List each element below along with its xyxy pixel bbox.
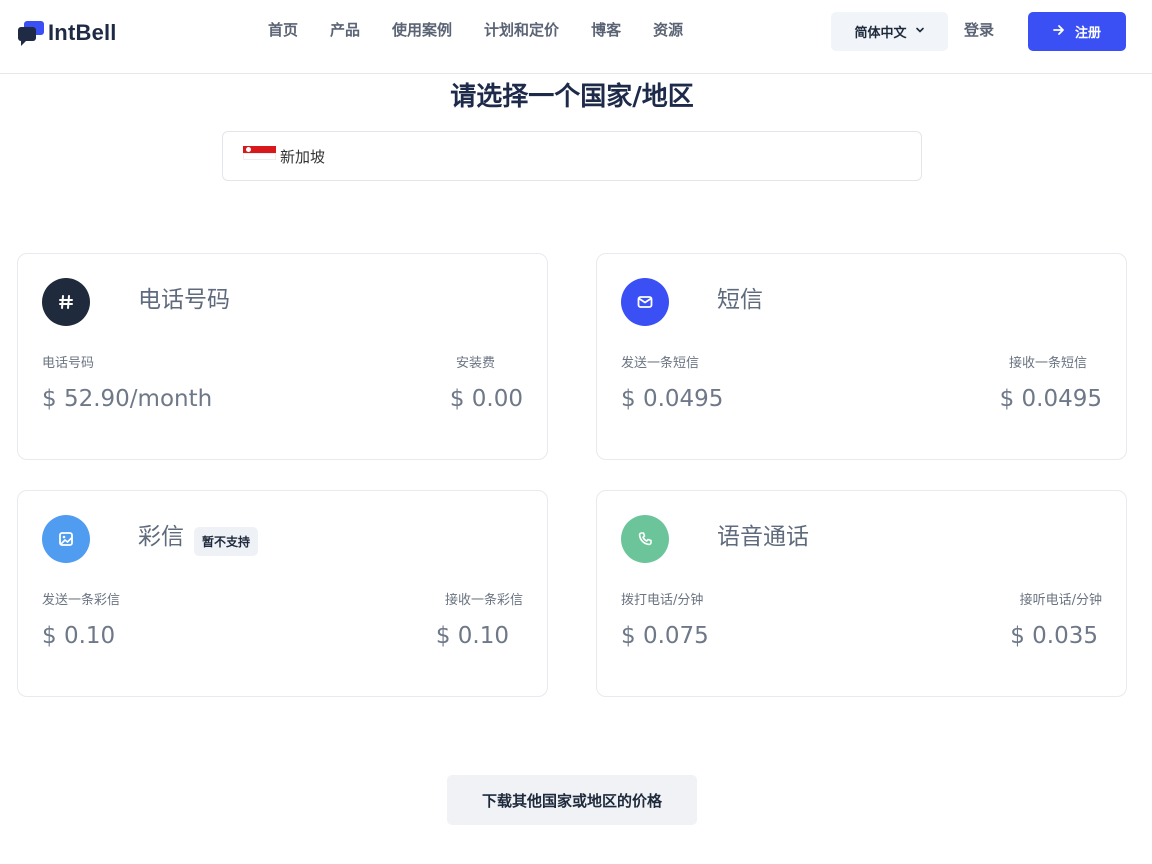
download-prices-button[interactable]: 下载其他国家或地区的价格 (447, 775, 697, 825)
phone-number-card: 电话号码 电话号码 $ 52.90/month 安装费 $ 0.00 (17, 253, 548, 460)
logo-text: IntBell (48, 20, 117, 45)
send-sms-price: $ 0.0495 (621, 386, 724, 412)
envelope-icon (621, 278, 669, 326)
setup-fee-label: 安装费 (455, 356, 495, 371)
selected-country: 新加坡 (280, 147, 326, 166)
send-mms-label: 发送一条彩信 (42, 593, 121, 608)
phone-number-price: $ 52.90/month (42, 386, 213, 412)
nav-use-cases[interactable]: 使用案例 (392, 19, 452, 41)
not-supported-badge: 暂不支持 (194, 527, 259, 556)
phone-icon (621, 515, 669, 563)
card-title: 语音通话 (717, 524, 809, 550)
card-title: 彩信 (138, 524, 184, 550)
card-title: 电话号码 (138, 287, 230, 313)
inbound-call-label: 接听电话/分钟 (1019, 593, 1102, 608)
mms-card: 彩信 暂不支持 发送一条彩信 $ 0.10 接收一条彩信 $ 0.10 (17, 490, 548, 697)
sms-card: 短信 发送一条短信 $ 0.0495 接收一条短信 $ 0.0495 (596, 253, 1127, 460)
send-sms-label: 发送一条短信 (621, 356, 700, 371)
logo[interactable]: IntBell (18, 19, 117, 47)
chevron-down-icon (915, 24, 925, 39)
signup-button[interactable]: 注册 (1028, 12, 1126, 51)
nav-resources[interactable]: 资源 (653, 19, 683, 41)
card-title: 短信 (717, 287, 763, 313)
nav-pricing[interactable]: 计划和定价 (484, 19, 559, 41)
setup-fee-price: $ 0.00 (449, 386, 523, 412)
page-title: 请选择一个国家/地区 (450, 82, 694, 112)
arrow-right-icon (1053, 24, 1065, 40)
chat-bubbles-icon (18, 19, 46, 47)
receive-mms-label: 接收一条彩信 (444, 593, 523, 608)
receive-mms-price: $ 0.10 (435, 623, 509, 649)
hash-icon (42, 278, 90, 326)
singapore-flag-icon (243, 146, 276, 160)
country-select[interactable]: 新加坡 (222, 131, 922, 181)
main-nav: 首页 产品 使用案例 计划和定价 博客 资源 (268, 19, 683, 41)
language-label: 简体中文 (854, 26, 907, 41)
voice-card: 语音通话 拨打电话/分钟 $ 0.075 接听电话/分钟 $ 0.035 (596, 490, 1127, 697)
inbound-call-price: $ 0.035 (1010, 623, 1098, 649)
phone-number-label: 电话号码 (42, 356, 95, 371)
receive-sms-label: 接收一条短信 (1008, 356, 1087, 371)
nav-blog[interactable]: 博客 (591, 19, 621, 41)
outbound-call-label: 拨打电话/分钟 (621, 593, 704, 608)
nav-products[interactable]: 产品 (330, 19, 360, 41)
receive-sms-price: $ 0.0495 (999, 386, 1102, 412)
login-link[interactable]: 登录 (964, 19, 994, 41)
nav-home[interactable]: 首页 (268, 19, 298, 41)
outbound-call-price: $ 0.075 (621, 623, 709, 649)
language-select-button[interactable]: 简体中文 (831, 12, 948, 51)
top-navbar: IntBell 首页 产品 使用案例 计划和定价 博客 资源 简体中文 登录 注… (0, 0, 1152, 74)
send-mms-price: $ 0.10 (42, 623, 116, 649)
image-icon (42, 515, 90, 563)
signup-label: 注册 (1074, 26, 1101, 41)
